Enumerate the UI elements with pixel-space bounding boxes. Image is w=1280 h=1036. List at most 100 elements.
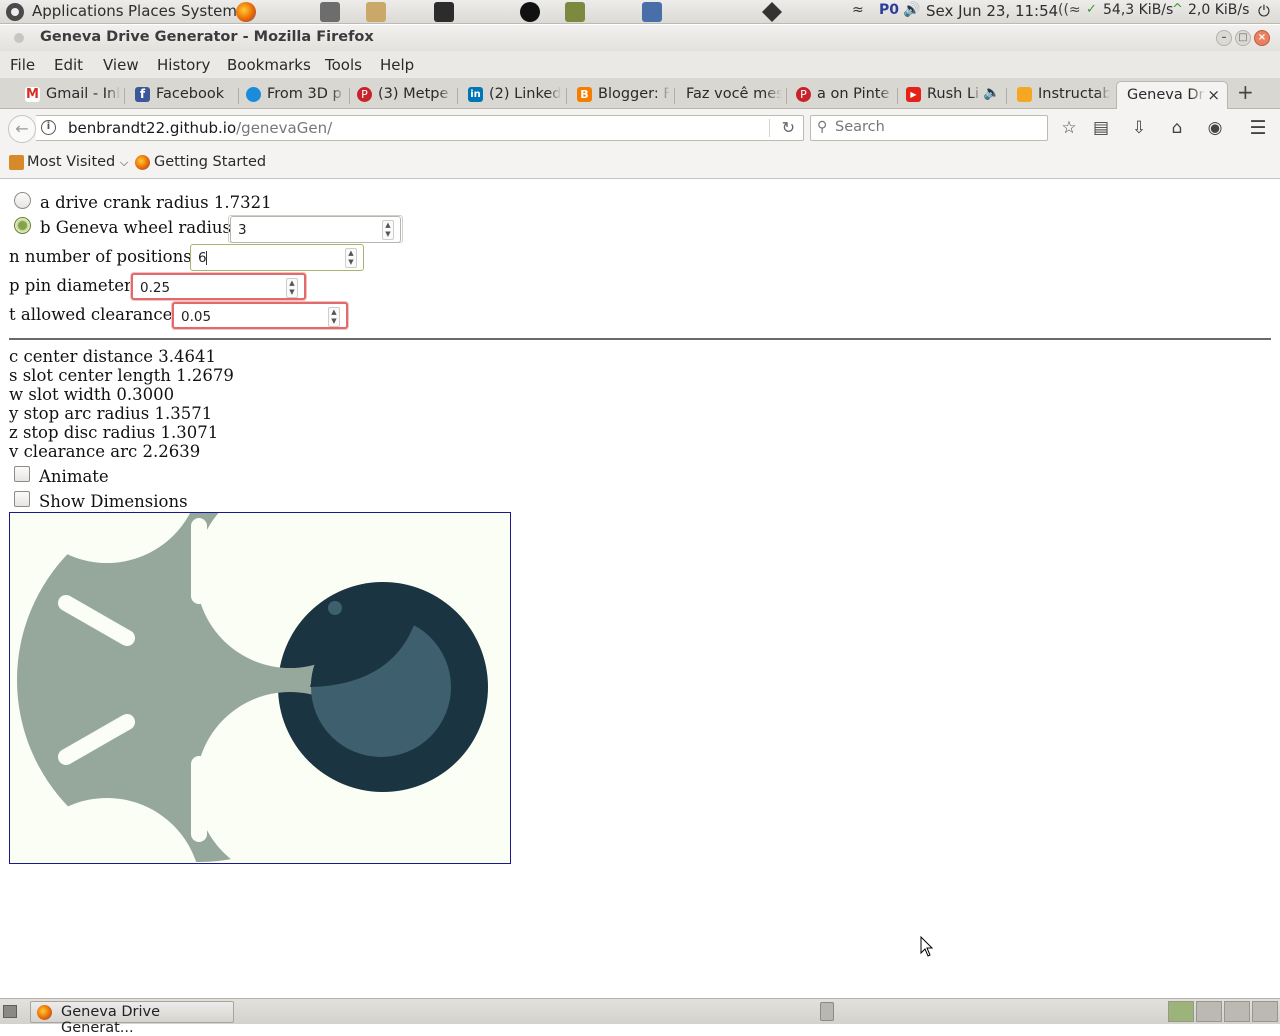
tab-audio-playing-icon[interactable]: 🔈: [983, 85, 1000, 101]
site-info-icon[interactable]: i: [41, 120, 56, 135]
places-menu[interactable]: Places: [128, 2, 176, 20]
tab-from-3d[interactable]: From 3D p: [243, 81, 345, 109]
tab-separator: [238, 88, 239, 104]
tab-pinterest-a[interactable]: P a on Pinte: [793, 81, 893, 109]
most-visited-folder-icon: [9, 155, 24, 170]
firefox-launcher-icon[interactable]: [236, 2, 256, 22]
instructables-icon: [1017, 87, 1032, 102]
radio-b-wheel-radius[interactable]: [14, 217, 31, 234]
tab-gmail[interactable]: M Gmail - Inb: [22, 81, 120, 109]
t-clearance-input[interactable]: 0.05 ▲ ▼: [172, 302, 348, 329]
reading-list-icon[interactable]: ▤: [1090, 117, 1112, 139]
radio-a-crank-radius[interactable]: [14, 192, 31, 209]
show-dimensions-label: Show Dimensions: [39, 492, 188, 511]
menu-file[interactable]: File: [10, 56, 35, 74]
n-spinner[interactable]: ▲ ▼: [345, 248, 357, 268]
tab-separator: [349, 88, 350, 104]
applications-menu[interactable]: Applications: [32, 2, 124, 20]
terminal-launcher-icon[interactable]: [434, 2, 454, 22]
mouse-cursor-icon: [920, 936, 934, 957]
result-slot-width: w slot width 0.3000: [9, 385, 175, 404]
menu-bookmarks[interactable]: Bookmarks: [227, 56, 311, 74]
ubuntu-logo-icon[interactable]: [6, 3, 24, 21]
home-icon[interactable]: ⌂: [1166, 117, 1188, 139]
b-wheel-radius-input[interactable]: 3 ▲ ▼: [230, 216, 401, 243]
tab-linkedin[interactable]: in (2) Linked: [465, 81, 561, 109]
tab-instructables[interactable]: Instructab: [1014, 81, 1110, 109]
archive-launcher-icon[interactable]: [366, 2, 386, 22]
maximize-button[interactable]: □: [1235, 30, 1251, 46]
url-host: benbrandt22.github.io: [68, 119, 237, 137]
animate-checkbox[interactable]: [14, 466, 30, 482]
stop-disc: [310, 616, 451, 757]
monitor-launcher-icon[interactable]: [565, 2, 585, 22]
b-spinner[interactable]: ▲ ▼: [382, 220, 394, 240]
workspace-3[interactable]: [1224, 1001, 1250, 1022]
n-positions-label: n number of positions: [9, 247, 192, 266]
taskbar-firefox-window[interactable]: Geneva Drive Generat...: [30, 1001, 234, 1036]
workspace-2[interactable]: [1196, 1001, 1222, 1022]
arduino-launcher-icon[interactable]: [520, 2, 540, 22]
pinterest-icon: P: [357, 87, 372, 102]
tab-geneva-active[interactable]: Geneva Dri ×: [1116, 81, 1228, 109]
most-visited-button[interactable]: Most Visited ⌵: [27, 154, 128, 170]
tab-pinterest-metpe[interactable]: P (3) Metpe: [354, 81, 452, 109]
a-crank-radius-label: a drive crank radius 1.7321: [40, 193, 272, 212]
bookmark-star-icon[interactable]: ☆: [1058, 117, 1080, 139]
menu-tools[interactable]: Tools: [325, 56, 362, 74]
window-menu-icon[interactable]: [14, 33, 24, 43]
net-up-speed: 2,0 KiB/s: [1188, 2, 1250, 18]
result-center-distance: c center distance 3.4641: [9, 347, 217, 366]
pocket-icon[interactable]: ◉: [1204, 117, 1226, 139]
blogger-icon: B: [577, 87, 592, 102]
power-icon[interactable]: ⏻: [1258, 2, 1270, 20]
tab-rush[interactable]: ▶ Rush Li: [903, 81, 981, 109]
workspace-4[interactable]: [1252, 1001, 1278, 1022]
close-tab-icon[interactable]: ×: [1207, 86, 1220, 104]
tab-facebook[interactable]: f Facebook: [132, 81, 236, 109]
url-bar[interactable]: i benbrandt22.github.io/genevaGen/ ↻: [36, 115, 804, 141]
wifi-icon[interactable]: ≈: [852, 2, 864, 18]
menu-view[interactable]: View: [103, 56, 139, 74]
gimp-launcher-icon[interactable]: [320, 2, 340, 22]
minimize-button[interactable]: –: [1216, 30, 1232, 46]
calculator-launcher-icon[interactable]: [642, 2, 662, 22]
t-clearance-label: t allowed clearance: [9, 305, 173, 324]
firefox-icon: [37, 1005, 52, 1020]
p-spinner[interactable]: ▲ ▼: [286, 278, 298, 298]
tab-blogger[interactable]: B Blogger: F: [574, 81, 670, 109]
clock[interactable]: Sex Jun 23, 11:54: [926, 2, 1058, 20]
downloads-icon[interactable]: ⇩: [1128, 117, 1150, 139]
back-button[interactable]: ←: [8, 115, 36, 143]
hamburger-menu-icon[interactable]: ☰: [1247, 117, 1269, 139]
close-window-button[interactable]: ×: [1254, 30, 1270, 46]
geneva-drawing: [10, 498, 510, 863]
tab-separator: [897, 88, 898, 104]
navigation-toolbar: ← i benbrandt22.github.io/genevaGen/ ↻ ⚲…: [0, 109, 1280, 147]
trash-icon[interactable]: [820, 1002, 834, 1021]
section-divider: [9, 338, 1271, 340]
menu-edit[interactable]: Edit: [54, 56, 83, 74]
window-title: Geneva Drive Generator - Mozilla Firefox: [40, 29, 374, 45]
menu-help[interactable]: Help: [380, 56, 414, 74]
new-tab-button[interactable]: +: [1237, 80, 1254, 104]
window-titlebar[interactable]: Geneva Drive Generator - Mozilla Firefox…: [0, 25, 1280, 51]
bookmarks-toolbar: Most Visited ⌵ Getting Started: [0, 147, 1280, 179]
volume-icon[interactable]: 🔊: [903, 2, 920, 18]
inkscape-launcher-icon[interactable]: [762, 2, 782, 22]
getting-started-bookmark[interactable]: Getting Started: [154, 154, 266, 170]
show-desktop-icon[interactable]: [3, 1005, 17, 1018]
workspace-1[interactable]: [1168, 1001, 1194, 1022]
p0-indicator[interactable]: P0: [879, 2, 899, 18]
reload-icon[interactable]: ↻: [782, 118, 795, 137]
tab-faz-voce[interactable]: Faz você mes: [662, 81, 782, 109]
search-bar[interactable]: ⚲ Search: [810, 115, 1048, 141]
n-positions-input[interactable]: 6 ▲ ▼: [190, 244, 364, 271]
system-menu[interactable]: System: [181, 2, 237, 20]
t-spinner[interactable]: ▲ ▼: [328, 307, 340, 327]
show-dimensions-checkbox[interactable]: [14, 491, 30, 507]
menu-history[interactable]: History: [157, 56, 210, 74]
p-pin-diameter-input[interactable]: 0.25 ▲ ▼: [131, 273, 306, 300]
tab-separator: [124, 88, 125, 104]
net-down-speed: 54,3 KiB/s: [1103, 2, 1174, 18]
